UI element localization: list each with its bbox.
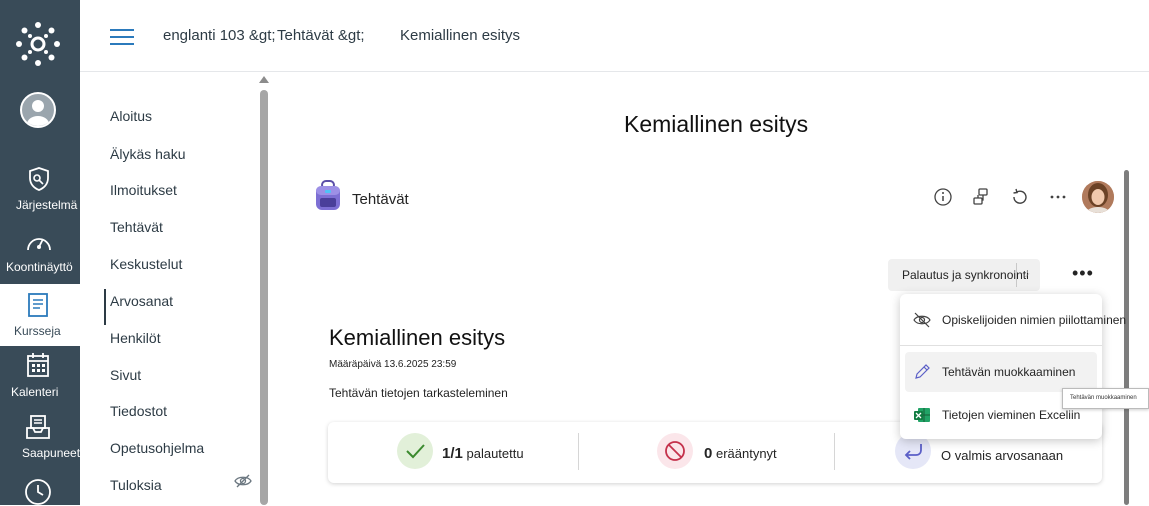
breadcrumb-course[interactable]: englanti 103 &gt; bbox=[163, 27, 276, 44]
assignment-options-menu: Opiskelijoiden nimien piilottaminen Teht… bbox=[900, 294, 1126, 439]
global-nav: Järjestelmä Koontinäyttö Kursseja Kalent… bbox=[0, 0, 80, 505]
course-nav-item[interactable]: Opetusohjelma bbox=[110, 440, 204, 456]
nav-label-system: Järjestelmä bbox=[16, 198, 78, 212]
active-indicator bbox=[104, 289, 106, 325]
app-title: Tehtävät bbox=[352, 191, 409, 208]
return-sync-label: Palautus ja synkronointi bbox=[902, 268, 1029, 282]
canvas-logo-icon[interactable] bbox=[14, 20, 62, 68]
nav-item-courses[interactable]: Kursseja bbox=[0, 284, 80, 346]
refresh-icon[interactable] bbox=[1009, 186, 1031, 208]
more-options-icon[interactable] bbox=[1047, 186, 1069, 208]
menu-toggle-icon[interactable] bbox=[110, 27, 134, 47]
tooltip: Tehtävän muokkaaminen bbox=[1062, 388, 1149, 409]
ready-label[interactable]: O valmis arvosanaan bbox=[941, 448, 1063, 463]
returned-count: 1/1 bbox=[442, 445, 463, 462]
dashboard-icon bbox=[27, 238, 51, 251]
course-nav-item[interactable]: Tehtävät bbox=[110, 219, 163, 235]
stat-divider bbox=[834, 433, 835, 470]
course-nav-item[interactable]: Sivut bbox=[110, 367, 141, 383]
return-sync-button[interactable]: Palautus ja synkronointi ⌵ bbox=[888, 259, 1040, 291]
nav-item-dashboard[interactable]: Koontinäyttö bbox=[0, 224, 80, 284]
assignment-details-link[interactable]: Tehtävän tietojen tarkasteleminen bbox=[329, 386, 508, 400]
blocked-icon bbox=[665, 441, 685, 461]
nav-item-history[interactable] bbox=[0, 476, 80, 506]
course-nav-item[interactable]: Tiedostot bbox=[110, 403, 167, 419]
breadcrumb-current: Kemiallinen esitys bbox=[400, 27, 521, 44]
content-scrollbar[interactable] bbox=[1124, 170, 1129, 505]
course-nav-scrollbar[interactable] bbox=[260, 90, 268, 505]
menu-item-label: Tietojen vieminen Exceliin bbox=[942, 408, 1081, 422]
returned-status bbox=[397, 433, 433, 469]
returned-label: palautettu bbox=[466, 446, 524, 461]
clock-icon bbox=[25, 479, 51, 505]
nav-item-system[interactable]: Järjestelmä bbox=[0, 160, 80, 220]
course-nav-item[interactable]: Tuloksia bbox=[110, 477, 162, 493]
course-nav: Aloitus Älykäs haku Ilmoitukset Tehtävät… bbox=[104, 82, 272, 505]
page-header: englanti 103 &gt; Tehtävät &gt; Kemialli… bbox=[80, 0, 1149, 72]
assignment-title: Kemiallinen esitys bbox=[329, 325, 506, 350]
account-avatar[interactable] bbox=[20, 92, 56, 128]
menu-item-label: Opiskelijoiden nimien piilottaminen bbox=[942, 313, 1127, 327]
excel-icon bbox=[914, 408, 930, 422]
nav-label-courses: Kursseja bbox=[14, 324, 61, 338]
info-icon[interactable] bbox=[932, 186, 954, 208]
eye-off-icon[interactable] bbox=[234, 473, 252, 489]
course-nav-item[interactable]: Aloitus bbox=[110, 108, 152, 124]
overdue-stat[interactable]: 0 erääntynyt bbox=[704, 445, 777, 462]
course-nav-item[interactable]: Keskustelut bbox=[110, 256, 182, 272]
share-icon[interactable] bbox=[970, 186, 992, 208]
breadcrumb-section[interactable]: Tehtävät &gt; bbox=[277, 27, 365, 44]
book-icon bbox=[28, 293, 48, 317]
menu-item-hide-names[interactable]: Opiskelijoiden nimien piilottaminen bbox=[905, 300, 1126, 340]
overdue-label: erääntynyt bbox=[715, 446, 777, 461]
assignment-more-icon[interactable]: ••• bbox=[1072, 263, 1094, 284]
chevron-down-icon[interactable]: ⌵ bbox=[1022, 259, 1030, 291]
overdue-status bbox=[657, 433, 693, 469]
nav-item-calendar[interactable]: Kalenteri bbox=[0, 350, 80, 406]
button-divider bbox=[1016, 263, 1017, 287]
due-date: Määräpäivä 13.6.2025 23:59 bbox=[329, 359, 457, 370]
course-nav-item[interactable]: Ilmoitukset bbox=[110, 182, 177, 198]
user-avatar[interactable] bbox=[1082, 181, 1114, 213]
nav-label-dashboard: Koontinäyttö bbox=[6, 260, 73, 274]
nav-label-calendar: Kalenteri bbox=[11, 385, 59, 399]
menu-divider bbox=[900, 345, 1102, 346]
nav-label-inbox: Saapuneet bbox=[22, 446, 81, 460]
calendar-icon bbox=[27, 353, 49, 377]
overdue-count: 0 bbox=[704, 445, 713, 462]
inbox-icon bbox=[26, 415, 50, 439]
nav-item-inbox[interactable]: Saapuneet bbox=[0, 412, 80, 468]
eye-off-icon bbox=[913, 312, 931, 328]
stat-divider bbox=[578, 433, 579, 470]
course-nav-item[interactable]: Älykäs haku bbox=[110, 146, 185, 162]
checkmark-icon bbox=[406, 444, 425, 459]
scroll-up-arrow[interactable] bbox=[259, 76, 269, 83]
page-title: Kemiallinen esitys bbox=[624, 111, 809, 137]
course-nav-item[interactable]: Henkilöt bbox=[110, 330, 161, 346]
backpack-icon bbox=[316, 180, 340, 210]
menu-item-edit-assignment[interactable]: Tehtävän muokkaaminen bbox=[905, 352, 1097, 392]
pencil-icon bbox=[915, 364, 930, 379]
returned-stat[interactable]: 1/1 palautettu bbox=[442, 445, 524, 462]
shield-icon bbox=[29, 167, 49, 191]
course-nav-item[interactable]: Arvosanat bbox=[110, 293, 173, 309]
menu-item-label: Tehtävän muokkaaminen bbox=[942, 365, 1076, 379]
